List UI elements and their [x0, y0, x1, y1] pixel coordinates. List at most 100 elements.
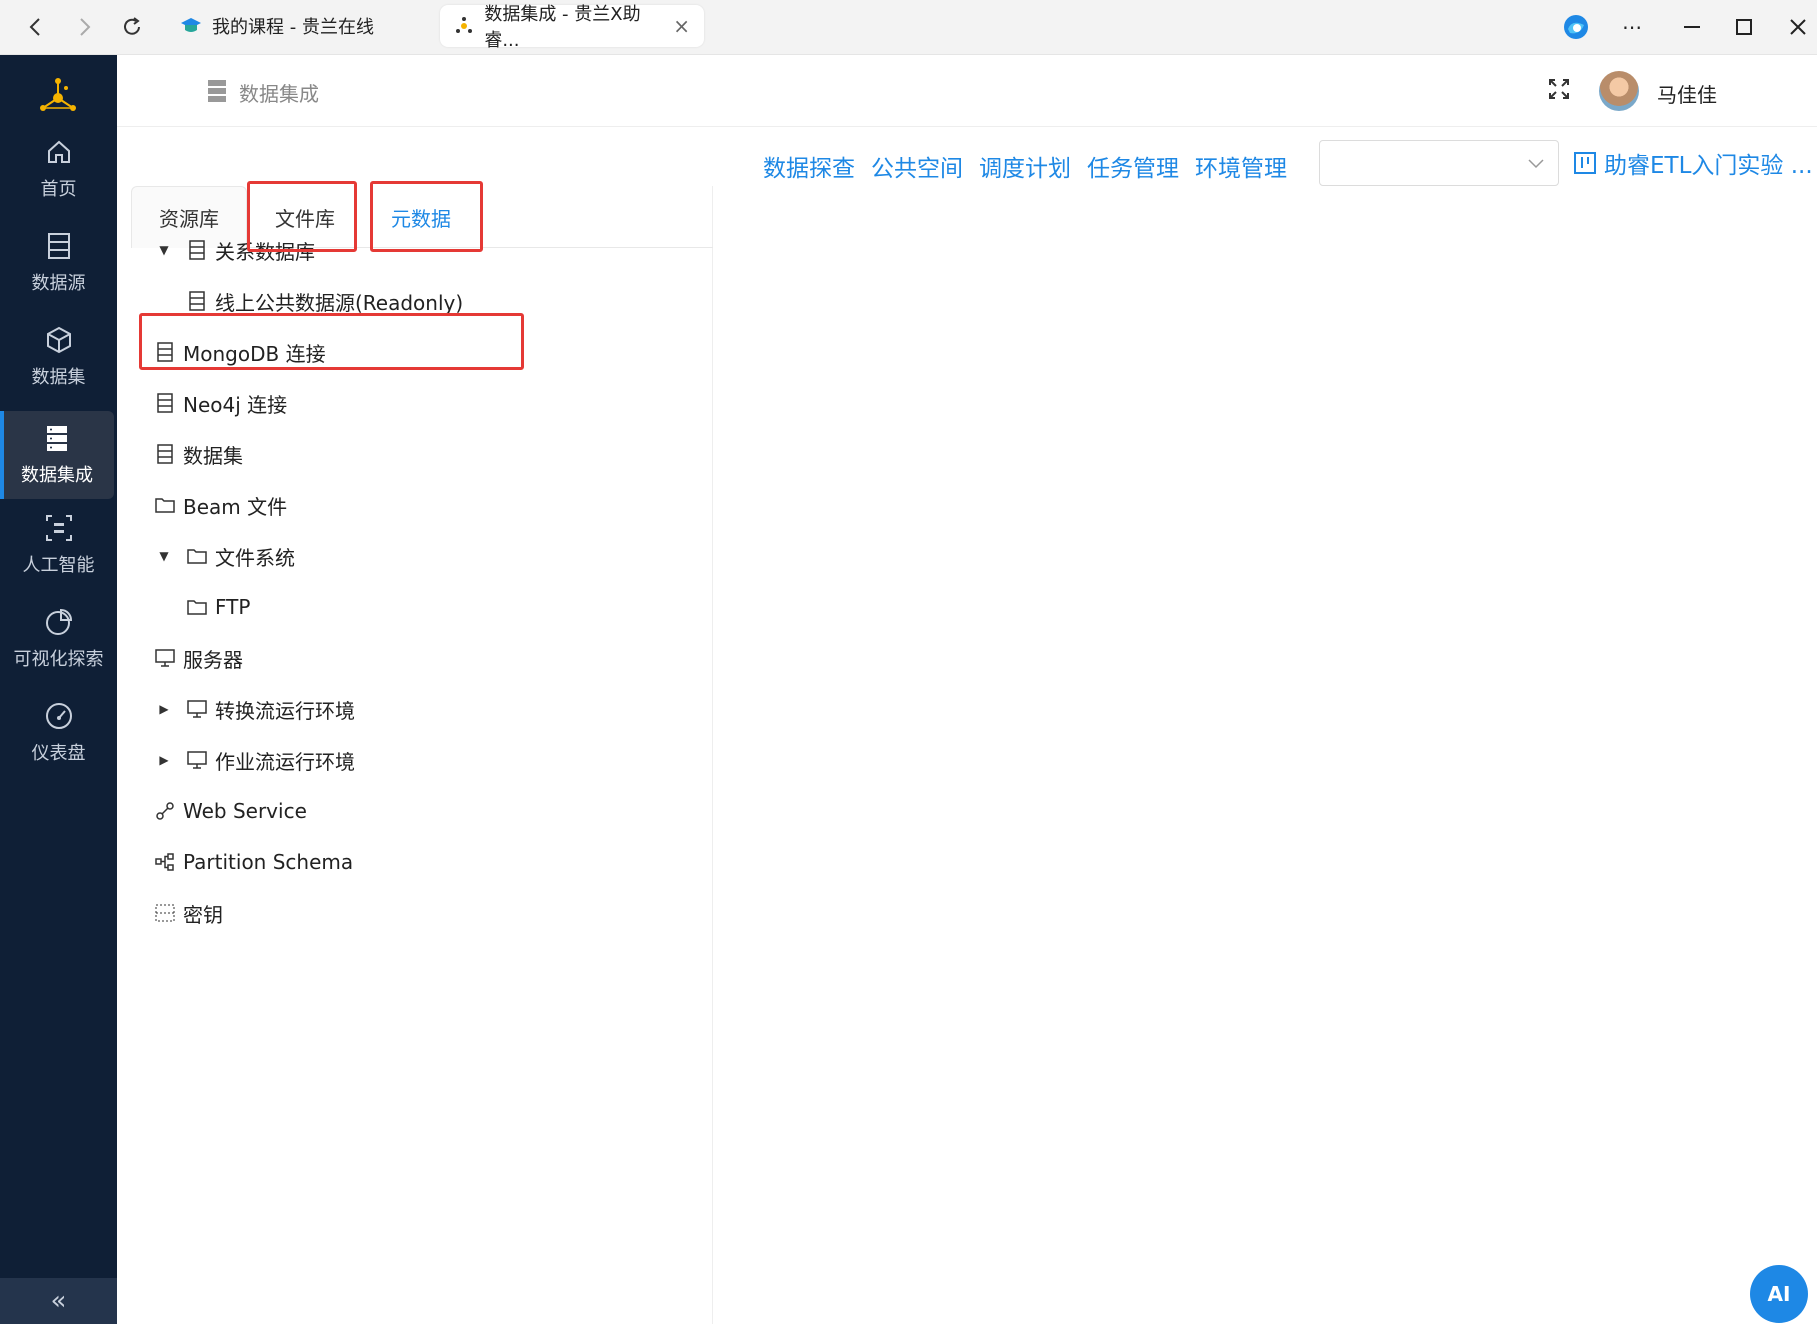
tree-item-partition-schema[interactable]: Partition Schema — [155, 840, 353, 884]
project-link[interactable]: 助睿ETL入门实验 ... — [1574, 146, 1813, 180]
sidebar-item-data-integration[interactable]: 数据集成 — [0, 411, 114, 499]
sidebar-item-ai[interactable]: 人工智能 — [0, 501, 117, 589]
tree-item-label: 服务器 — [183, 647, 243, 672]
home-icon — [44, 137, 74, 167]
sidebar-item-label: 数据集成 — [21, 465, 93, 486]
tree-item-label: 转换流运行环境 — [215, 698, 355, 723]
browser-tab-label: 我的课程 - 贵兰在线 — [212, 17, 374, 38]
browser-tab-data-integration[interactable]: 数据集成 - 贵兰X助睿... × — [440, 4, 704, 51]
caret-down-icon[interactable]: ▼ — [155, 549, 173, 563]
highlight-box-online-source — [139, 313, 524, 370]
key-grid-icon — [155, 903, 175, 923]
sidebar-item-datasource[interactable]: 数据源 — [0, 219, 117, 307]
database-icon — [187, 291, 207, 311]
toolbar-links: 数据探查 公共空间 调度计划 任务管理 环境管理 — [763, 146, 1303, 186]
caret-right-icon[interactable]: ▶ — [155, 702, 173, 716]
chevron-down-icon — [1528, 153, 1544, 174]
tree-item-label: Partition Schema — [183, 850, 354, 874]
database-icon — [155, 444, 175, 464]
app-logo-icon[interactable] — [33, 73, 83, 123]
database-icon — [44, 231, 74, 261]
forward-button[interactable] — [66, 9, 102, 45]
database-icon — [155, 393, 175, 413]
tree-item-ftp[interactable]: FTP — [187, 585, 250, 629]
tree-item-beam-files[interactable]: Beam 文件 — [155, 483, 287, 527]
edge-icon[interactable] — [1556, 10, 1596, 44]
link-env-management[interactable]: 环境管理 — [1195, 149, 1287, 183]
pie-chart-icon — [44, 607, 74, 637]
link-data-explore[interactable]: 数据探查 — [763, 149, 855, 183]
link-public-space[interactable]: 公共空间 — [871, 149, 963, 183]
link-task-management[interactable]: 任务管理 — [1087, 149, 1179, 183]
cube-icon — [44, 325, 74, 355]
ai-icon — [44, 513, 74, 543]
sidebar-item-label: 数据源 — [31, 273, 86, 294]
gauge-icon — [44, 701, 74, 731]
sidebar-item-dataset[interactable]: 数据集 — [0, 313, 117, 401]
back-button[interactable] — [18, 9, 54, 45]
tree-item-label: 线上公共数据源(Readonly) — [215, 290, 464, 315]
tree-item-label: FTP — [215, 595, 251, 619]
sidebar-item-label: 数据集 — [31, 367, 86, 388]
minimize-button[interactable] — [1672, 10, 1712, 44]
sidebar-item-label: 可视化探索 — [13, 649, 104, 670]
partition-icon — [155, 852, 175, 872]
ai-assistant-button[interactable]: AI — [1750, 1265, 1808, 1323]
sidebar-item-visual-explore[interactable]: 可视化探索 — [0, 595, 117, 683]
browser-tab-label: 数据集成 - 贵兰X助睿... — [484, 4, 641, 51]
tree-item-neo4j[interactable]: Neo4j 连接 — [155, 381, 287, 425]
browser-chrome: 我的课程 - 贵兰在线 数据集成 - 贵兰X助睿... × ⋯ — [0, 0, 1817, 55]
monitor-icon — [155, 648, 175, 668]
tree-item-label: 数据集 — [183, 443, 243, 468]
sidebar-item-label: 人工智能 — [22, 555, 95, 576]
page-header: 数据集成 马佳佳 — [117, 55, 1817, 127]
tree-item-label: 密钥 — [183, 902, 223, 927]
highlight-box-metadata — [370, 181, 483, 252]
tree-item-label: 作业流运行环境 — [215, 749, 355, 774]
project-label: 助睿ETL入门实验 ... — [1604, 153, 1813, 179]
folder-icon — [155, 495, 175, 515]
caret-down-icon[interactable]: ▼ — [155, 243, 173, 257]
server-icon — [42, 423, 72, 453]
tree-item-servers[interactable]: 服务器 — [155, 636, 243, 680]
folder-icon — [187, 546, 207, 566]
maximize-button[interactable] — [1724, 10, 1764, 44]
browser-tab-courses[interactable]: 我的课程 - 贵兰在线 — [166, 5, 388, 47]
user-name[interactable]: 马佳佳 — [1657, 79, 1717, 108]
tree-item-job-env[interactable]: ▶ 作业流运行环境 — [155, 738, 355, 782]
avatar[interactable] — [1599, 71, 1639, 111]
monitor-icon — [187, 699, 207, 719]
tree-item-label: Neo4j 连接 — [183, 392, 288, 417]
tree-item-web-service[interactable]: Web Service — [155, 789, 307, 833]
link-icon — [155, 801, 175, 821]
tree-item-file-system[interactable]: ▼ 文件系统 — [155, 534, 295, 578]
collapse-sidebar-button[interactable]: « — [0, 1278, 117, 1324]
server-icon — [207, 79, 227, 103]
tree-item-keys[interactable]: 密钥 — [155, 891, 223, 935]
sidebar: 首页 数据源 数据集 数据集成 人工智能 可视化探索 仪表盘 « — [0, 55, 117, 1324]
tree-item-dataset[interactable]: 数据集 — [155, 432, 243, 476]
graduation-cap-icon — [180, 15, 202, 37]
environment-select[interactable] — [1319, 140, 1559, 186]
folder-icon — [187, 597, 207, 617]
tree-item-label: Beam 文件 — [183, 494, 288, 519]
sidebar-item-dashboard[interactable]: 仪表盘 — [0, 689, 117, 777]
monitor-icon — [187, 750, 207, 770]
sidebar-item-label: 仪表盘 — [31, 743, 86, 764]
sidebar-item-home[interactable]: 首页 — [0, 125, 117, 213]
refresh-button[interactable] — [114, 9, 150, 45]
sidebar-item-label: 首页 — [40, 179, 77, 200]
more-icon[interactable]: ⋯ — [1612, 10, 1652, 44]
link-schedule-plan[interactable]: 调度计划 — [979, 149, 1071, 183]
app-logo-icon — [454, 15, 474, 37]
database-icon — [187, 240, 207, 260]
tree-item-label: 文件系统 — [215, 545, 295, 570]
page-title: 数据集成 — [239, 82, 319, 106]
highlight-box-file-library — [247, 181, 357, 252]
close-window-button[interactable] — [1778, 10, 1817, 44]
fullscreen-icon[interactable] — [1547, 77, 1575, 105]
project-icon — [1574, 152, 1596, 174]
close-tab-icon[interactable]: × — [673, 14, 690, 38]
tree-item-transform-env[interactable]: ▶ 转换流运行环境 — [155, 687, 355, 731]
caret-right-icon[interactable]: ▶ — [155, 753, 173, 767]
